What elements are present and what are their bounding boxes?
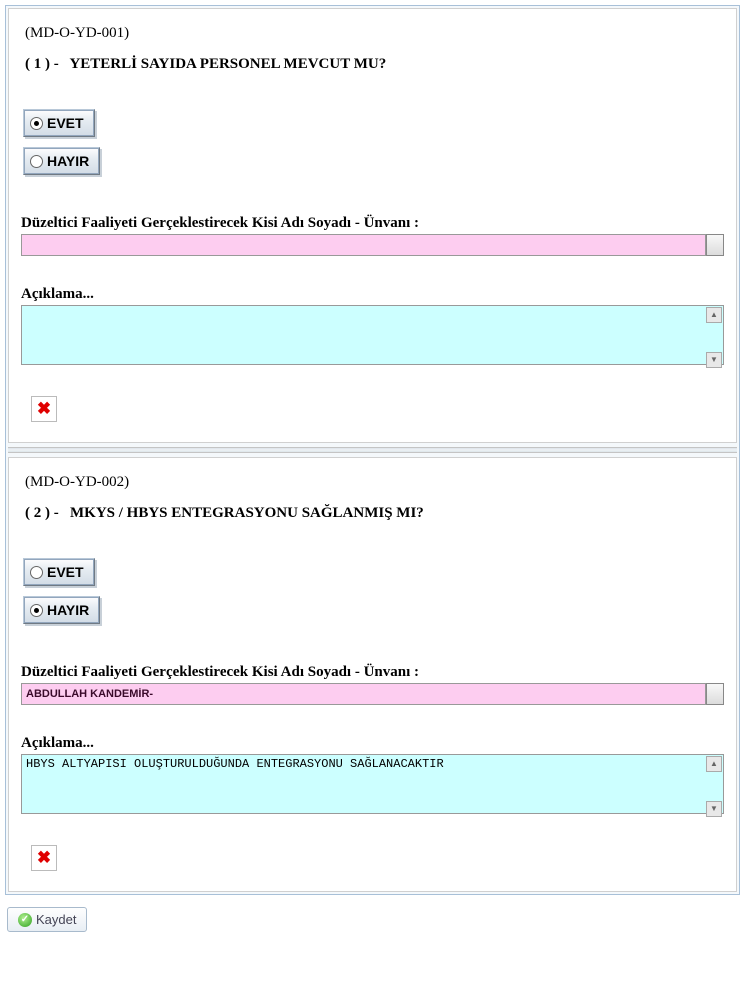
delete-x-icon: ✖ [37,848,51,868]
description-textarea[interactable] [21,754,724,814]
radio-evet[interactable]: EVET [23,558,95,586]
person-input[interactable] [21,683,706,705]
radio-evet[interactable]: EVET [23,109,95,137]
question-code: (MD-O-YD-001) [25,25,724,42]
radio-hayir[interactable]: HAYIR [23,596,100,624]
question-title: ( 2 ) - MKYS / HBYS ENTEGRASYONU SAĞLANM… [25,505,724,522]
question-panel-1: (MD-O-YD-001) ( 1 ) - YETERLİ SAYIDA PER… [8,8,737,443]
radio-hayir[interactable]: HAYIR [23,147,100,175]
scroll-up-icon[interactable]: ▲ [706,307,722,323]
radio-icon [30,117,43,130]
person-row [21,683,724,705]
description-wrap: ▲ ▼ [21,305,724,370]
form-outer-frame: (MD-O-YD-001) ( 1 ) - YETERLİ SAYIDA PER… [5,5,740,895]
description-label: Açıklama... [21,735,724,752]
description-textarea[interactable] [21,305,724,365]
radio-label: EVET [47,115,84,131]
check-icon [18,913,32,927]
question-number: ( 1 ) - [25,56,59,72]
delete-button[interactable]: ✖ [31,845,57,871]
scroll-up-icon[interactable]: ▲ [706,756,722,772]
radio-icon [30,566,43,579]
question-code: (MD-O-YD-002) [25,474,724,491]
radio-label: EVET [47,564,84,580]
person-field-label: Düzeltici Faaliyeti Gerçeklestirecek Kis… [21,215,724,232]
person-picker-button[interactable] [706,234,724,256]
panel-divider [8,447,737,453]
save-button[interactable]: Kaydet [7,907,87,932]
delete-x-icon: ✖ [37,399,51,419]
description-label: Açıklama... [21,286,724,303]
person-field-label: Düzeltici Faaliyeti Gerçeklestirecek Kis… [21,664,724,681]
radio-icon [30,604,43,617]
radio-icon [30,155,43,168]
scrollbar[interactable]: ▲ ▼ [706,307,722,368]
description-wrap: ▲ ▼ [21,754,724,819]
delete-button[interactable]: ✖ [31,396,57,422]
question-text-body: YETERLİ SAYIDA PERSONEL MEVCUT MU? [69,56,386,72]
radio-label: HAYIR [47,153,89,169]
scroll-down-icon[interactable]: ▼ [706,801,722,817]
person-row [21,234,724,256]
question-number: ( 2 ) - [25,505,59,521]
person-picker-button[interactable] [706,683,724,705]
save-button-label: Kaydet [36,912,76,927]
question-text-body: MKYS / HBYS ENTEGRASYONU SAĞLANMIŞ MI? [70,505,424,521]
scroll-down-icon[interactable]: ▼ [706,352,722,368]
scrollbar[interactable]: ▲ ▼ [706,756,722,817]
question-panel-2: (MD-O-YD-002) ( 2 ) - MKYS / HBYS ENTEGR… [8,457,737,892]
person-input[interactable] [21,234,706,256]
radio-label: HAYIR [47,602,89,618]
question-title: ( 1 ) - YETERLİ SAYIDA PERSONEL MEVCUT M… [25,56,724,73]
